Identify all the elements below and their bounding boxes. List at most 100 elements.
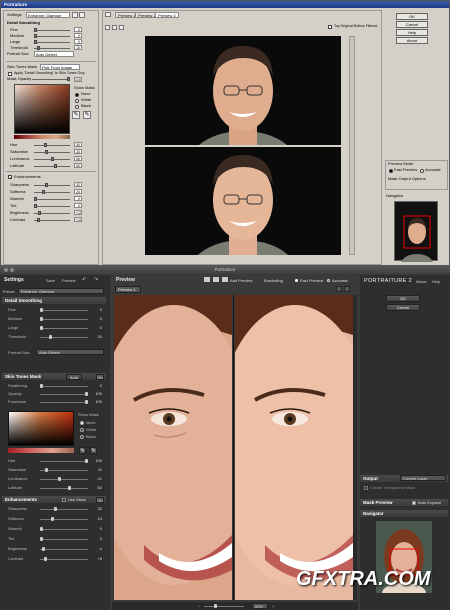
sharpness-slider[interactable] [34, 183, 70, 187]
tab-preview-1[interactable]: Preview 1 [115, 286, 141, 293]
zoom-select[interactable]: 50% [252, 603, 268, 609]
saturation-slider[interactable] [34, 150, 70, 154]
softness-slider[interactable] [34, 190, 70, 194]
minimize-icon[interactable] [10, 268, 14, 272]
softness-value[interactable]: 24 [92, 516, 102, 521]
fast-preview-radio[interactable] [389, 169, 393, 173]
skin-mode-button[interactable]: Auto [66, 374, 82, 380]
hue-value[interactable]: 30 [74, 142, 82, 147]
tint-slider[interactable] [34, 204, 70, 208]
slider-knob[interactable] [44, 468, 48, 472]
mask-opacity-value[interactable]: 100 [74, 77, 82, 82]
navigator-thumbnail[interactable] [394, 201, 438, 274]
eyedropper-plus-icon[interactable]: ✎ [83, 111, 91, 119]
redo-icon[interactable]: ↷ [94, 277, 101, 283]
zoom-in-icon[interactable]: + [272, 604, 274, 609]
opacity-slider[interactable] [40, 392, 88, 396]
slider-knob[interactable] [34, 204, 37, 208]
hue-value[interactable]: 100 [92, 458, 102, 463]
softness-slider[interactable] [40, 517, 88, 521]
fuzziness-value[interactable]: 100 [92, 399, 102, 404]
navigator-header[interactable]: Navigator [360, 510, 448, 517]
softness-value[interactable]: 24 [74, 189, 82, 194]
auto-expand-checkbox[interactable] [412, 501, 416, 505]
tint-value[interactable]: 0 [92, 536, 102, 541]
show-mask-radio-none[interactable] [75, 93, 79, 97]
warmth-slider[interactable] [40, 527, 88, 531]
slider-knob[interactable] [40, 527, 43, 531]
top-bottom-checkbox[interactable] [328, 25, 332, 29]
threshold-slider[interactable] [40, 335, 88, 339]
threshold-value[interactable]: 10 [74, 45, 82, 50]
fine-slider[interactable] [40, 308, 88, 312]
sharpness-value[interactable]: 32 [92, 506, 102, 511]
medium-slider[interactable] [40, 317, 88, 321]
show-mask-radio-black[interactable] [80, 435, 84, 439]
feathering-slider[interactable] [40, 384, 88, 388]
fuzziness-slider[interactable] [40, 400, 88, 404]
latitude-slider[interactable] [34, 164, 70, 168]
eyedropper-icon[interactable]: ✎ [79, 447, 86, 454]
saturation-slider[interactable] [40, 468, 88, 472]
slider-knob[interactable] [41, 547, 45, 551]
contrast-slider[interactable] [40, 557, 88, 561]
large-value[interactable]: 0 [92, 325, 102, 330]
delete-preset-icon[interactable] [79, 12, 85, 18]
slider-knob[interactable] [37, 46, 41, 50]
view-toggle-icon[interactable] [105, 12, 111, 17]
slider-knob[interactable] [50, 157, 54, 161]
latitude-slider[interactable] [40, 486, 88, 490]
hue-strip[interactable] [14, 135, 70, 139]
saturation-value[interactable]: 11 [92, 467, 102, 472]
accurate-radio[interactable] [327, 279, 330, 282]
slider-knob[interactable] [40, 317, 43, 321]
slider-knob[interactable] [43, 557, 47, 561]
fast-preview-radio[interactable] [295, 279, 298, 282]
about-button[interactable]: About [396, 37, 428, 44]
slider-knob[interactable] [49, 335, 52, 339]
show-mask-radio-none[interactable] [80, 421, 84, 425]
add-preview-icon[interactable] [222, 277, 228, 282]
slider-knob[interactable] [40, 308, 43, 312]
luminance-value[interactable]: 50 [74, 156, 82, 161]
vertical-scrollbar[interactable] [349, 36, 355, 255]
enh-on-button[interactable]: On [96, 497, 104, 503]
warmth-value[interactable]: 0 [92, 526, 102, 531]
mask-opacity-slider[interactable] [32, 77, 70, 81]
split-view-icon[interactable] [105, 25, 110, 30]
slider-knob[interactable] [37, 211, 41, 215]
skin-tone-color-field[interactable] [8, 411, 74, 446]
zoom-icon[interactable] [119, 25, 124, 30]
sharpness-slider[interactable] [40, 507, 88, 511]
brightness-value[interactable]: +12 [74, 210, 82, 215]
opacity-value[interactable]: 100 [92, 391, 102, 396]
tab-scroll-right-icon[interactable] [344, 286, 350, 292]
slider-knob[interactable] [40, 537, 43, 541]
slider-knob[interactable] [44, 150, 48, 154]
slider-knob[interactable] [44, 183, 48, 187]
single-view-icon[interactable] [204, 277, 210, 282]
use-mask-checkbox[interactable] [62, 498, 66, 502]
ok-button[interactable]: OK [396, 13, 428, 20]
slider-knob[interactable] [85, 392, 88, 396]
medium-value[interactable]: 0 [92, 316, 102, 321]
save-preset-icon[interactable] [72, 12, 78, 18]
brightness-slider[interactable] [40, 547, 88, 551]
fine-value[interactable]: 0 [74, 27, 82, 32]
cancel-button[interactable]: Cancel [396, 21, 428, 28]
eyedropper-plus-icon[interactable]: ✎ [90, 447, 97, 454]
slider-knob[interactable] [40, 326, 43, 330]
slider-knob[interactable] [58, 477, 62, 481]
fine-value[interactable]: 0 [92, 307, 102, 312]
medium-slider[interactable] [34, 34, 70, 38]
slider-knob[interactable] [53, 164, 57, 168]
contrast-slider[interactable] [34, 218, 70, 222]
hue-strip[interactable] [8, 448, 74, 453]
split-view-icon[interactable] [213, 277, 219, 282]
slider-knob[interactable] [34, 197, 37, 201]
latitude-value[interactable]: 60 [74, 163, 82, 168]
skin-tones-mask-header[interactable]: Skin Tones Mask [2, 373, 106, 380]
luminance-value[interactable]: 41 [92, 476, 102, 481]
skin-tone-color-field[interactable] [14, 84, 70, 134]
tab-scroll-left-icon[interactable] [336, 286, 342, 292]
